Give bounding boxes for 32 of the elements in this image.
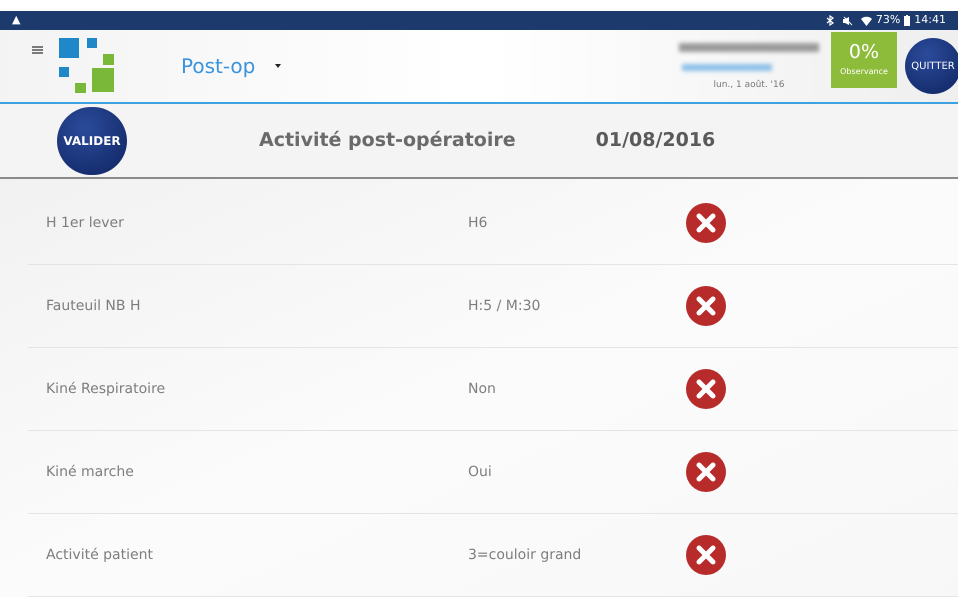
row-label: Activité patient <box>46 546 154 564</box>
warning-icon: ▲ <box>12 12 20 29</box>
row-label: Kiné marche <box>46 462 135 482</box>
bluetooth-icon <box>826 15 834 26</box>
battery-percent: 73% <box>876 12 900 28</box>
error-icon[interactable] <box>685 534 727 576</box>
row-label: H 1er lever <box>46 214 125 232</box>
observance-label: Observance <box>840 66 888 78</box>
row-value: 3=couloir grand <box>468 546 582 564</box>
mute-icon <box>842 16 853 26</box>
row-label: Fauteuil NB H <box>46 296 142 316</box>
row-value: Oui <box>468 462 493 482</box>
error-icon[interactable] <box>685 285 727 327</box>
quit-button[interactable]: QUITTER <box>905 38 958 94</box>
row-value: H6 <box>468 214 488 232</box>
wifi-icon <box>860 16 872 26</box>
page-date: 01/08/2016 <box>596 128 716 154</box>
menu-icon[interactable] <box>32 46 43 54</box>
error-icon[interactable] <box>685 368 727 410</box>
logo-icon <box>59 38 115 94</box>
error-icon[interactable] <box>685 451 727 493</box>
page-title: Activité post-opératoire <box>259 128 516 154</box>
caret-icon <box>275 64 282 68</box>
error-icon[interactable] <box>685 202 727 244</box>
clock: 14:41 <box>914 12 946 28</box>
header-date: lun., 1 août. '16 <box>714 79 784 92</box>
row-label: Kiné Respiratoire <box>46 380 166 398</box>
row-value: H:5 / M:30 <box>468 296 542 316</box>
validate-button[interactable]: VALIDER <box>57 106 127 174</box>
observance-value: 0% <box>848 42 880 62</box>
battery-icon <box>904 15 910 26</box>
row-value: Non <box>468 380 497 398</box>
